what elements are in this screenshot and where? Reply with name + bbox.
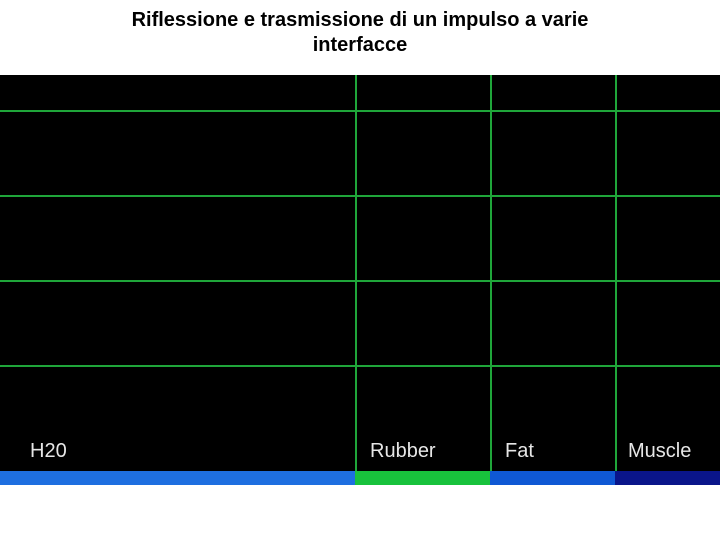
bottom-whitespace (0, 485, 720, 540)
simulation-panel: H20 Rubber Fat Muscle (0, 75, 720, 485)
interface-line (355, 75, 357, 485)
page-title: Riflessione e trasmissione di un impulso… (0, 8, 720, 58)
medium-bar-rubber (355, 471, 490, 485)
gridline-horizontal (0, 110, 720, 112)
interface-line (615, 75, 617, 485)
medium-bar-fat (490, 471, 615, 485)
region-label-muscle: Muscle (628, 440, 691, 463)
title-line2: interfacce (313, 34, 408, 56)
region-label-rubber: Rubber (370, 440, 436, 463)
title-line1: Riflessione e trasmissione di un impulso… (132, 9, 589, 31)
medium-bar-h2o (0, 471, 355, 485)
medium-bar-muscle (615, 471, 720, 485)
gridline-horizontal (0, 195, 720, 197)
interface-line (490, 75, 492, 485)
region-label-h2o: H20 (30, 440, 67, 463)
gridline-horizontal (0, 365, 720, 367)
gridline-horizontal (0, 280, 720, 282)
region-label-fat: Fat (505, 440, 534, 463)
